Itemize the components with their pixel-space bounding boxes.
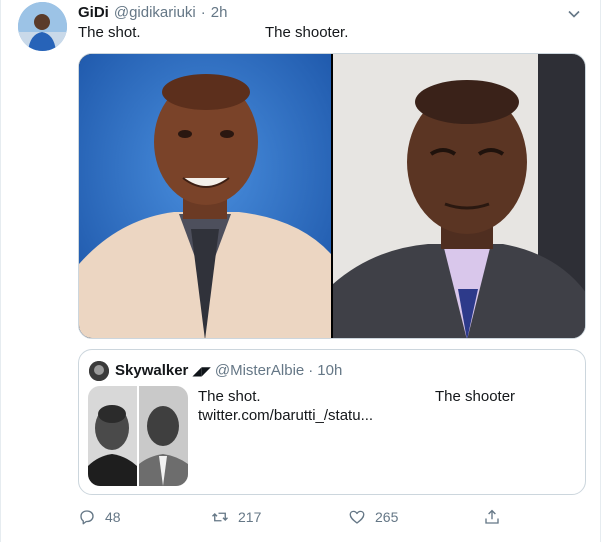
share-icon — [485, 509, 499, 524]
tweet-actions: 48 217 265 — [78, 508, 518, 532]
quoted-header: Skywalker ◢◤ @MisterAlbie · 10h — [115, 362, 342, 379]
heart-icon — [349, 510, 365, 524]
quoted-text-right: The shooter — [435, 388, 516, 405]
like-count: 265 — [375, 509, 399, 525]
quoted-author-name: Skywalker — [115, 362, 189, 379]
share-button[interactable] — [483, 508, 501, 526]
quoted-thumb-right — [139, 386, 188, 486]
tweet-text-right: The shooter. — [265, 24, 349, 41]
quoted-tweet[interactable]: Skywalker ◢◤ @MisterAlbie · 10h The shot… — [78, 349, 586, 495]
quoted-link[interactable]: twitter.com/barutti_/statu... — [198, 407, 373, 424]
like-button[interactable]: 265 — [348, 508, 398, 526]
quoted-author-handle: @MisterAlbie — [214, 362, 305, 379]
tweet-header: GiDi @gidikariuki · 2h — [78, 4, 227, 24]
tweet[interactable]: GiDi @gidikariuki · 2h The shot. The sho… — [0, 0, 601, 542]
tweet-text-left: The shot. — [78, 24, 141, 41]
retweet-button[interactable]: 217 — [211, 508, 261, 526]
quoted-text-left: The shot. — [198, 388, 261, 405]
media-photo-right[interactable] — [333, 54, 585, 338]
author-name[interactable]: GiDi — [78, 4, 109, 21]
quoted-author-badge: ◢◤ — [192, 364, 211, 378]
tweet-timestamp[interactable]: 2h — [211, 4, 228, 21]
reply-count: 48 — [105, 509, 121, 525]
retweet-icon — [212, 512, 228, 522]
quoted-timestamp: 10h — [317, 362, 343, 379]
quoted-thumb-left — [88, 386, 137, 486]
quoted-separator-dot: · — [308, 362, 314, 379]
author-avatar[interactable] — [18, 2, 67, 51]
media-photo-left[interactable] — [79, 54, 331, 338]
separator-dot: · — [200, 4, 206, 21]
retweet-count: 217 — [238, 509, 262, 525]
tweet-media[interactable] — [78, 53, 586, 339]
author-handle[interactable]: @gidikariuki — [114, 4, 196, 21]
reply-icon — [80, 510, 94, 525]
quoted-media-thumbnail — [88, 386, 188, 486]
quoted-author-avatar — [89, 361, 109, 381]
reply-button[interactable]: 48 — [78, 508, 121, 526]
chevron-down-icon[interactable] — [566, 6, 582, 22]
